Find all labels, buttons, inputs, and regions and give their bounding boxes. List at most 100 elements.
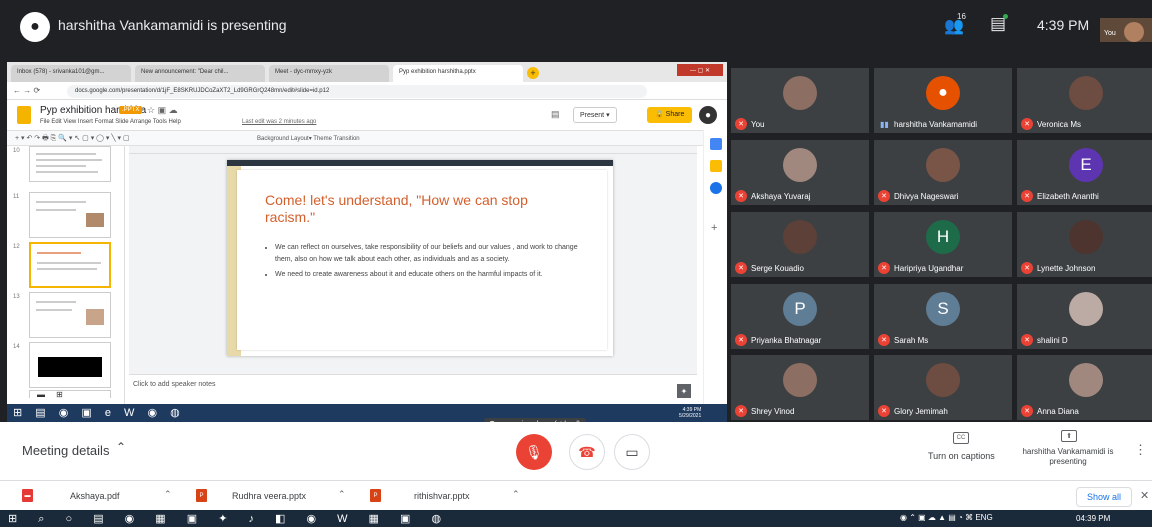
share-button[interactable]: 🔒 Share bbox=[647, 107, 693, 123]
toolbar-labels[interactable]: Background Layout▾ Theme Transition bbox=[257, 135, 360, 142]
pptx-file-icon: P bbox=[196, 489, 207, 502]
participant-tile[interactable]: ✕ Akshaya Yuvaraj bbox=[731, 140, 869, 205]
chevron-up-icon[interactable]: ⌃ bbox=[164, 489, 172, 500]
system-tray[interactable]: ◉ ⌃ ▣ ☁ ▲ ▤ ◔ ⌘ ENG bbox=[900, 513, 993, 522]
address-bar[interactable]: docs.google.com/presentation/d/1jF_E8SKR… bbox=[67, 85, 647, 98]
filmstrip-view-icons[interactable]: ▬ ⊞ bbox=[37, 390, 63, 399]
current-slide[interactable]: Come! let's understand, "How we can stop… bbox=[227, 160, 613, 356]
slides-header: Pyp exhibition harshitha .PPTX ☆ ▣ ☁ Fil… bbox=[7, 100, 727, 130]
participant-photo bbox=[1069, 292, 1103, 326]
microphone-off-button[interactable]: 🎙 bbox=[516, 434, 552, 470]
slide-thumbnail[interactable] bbox=[29, 342, 111, 388]
captions-icon[interactable]: CC bbox=[953, 432, 969, 444]
present-button[interactable]: Present ▾ bbox=[573, 107, 617, 123]
download-item[interactable]: rithishvar.pptx bbox=[414, 491, 470, 501]
docs-menu[interactable]: File Edit View Insert Format Slide Arran… bbox=[40, 119, 181, 125]
participant-photo bbox=[926, 363, 960, 397]
chat-notification-dot bbox=[1003, 14, 1008, 19]
mic-muted-icon: ✕ bbox=[735, 405, 747, 417]
slide-bullet-list: We can reflect on ourselves, take respon… bbox=[275, 242, 585, 284]
participant-tile[interactable]: ● ▮▮ harshitha Vankamamidi bbox=[874, 68, 1012, 133]
taskbar-app-icons[interactable]: ⊞ ▤ ◉ ▣ e W ◉ ◍ bbox=[13, 406, 185, 419]
mic-muted-icon: ✕ bbox=[735, 190, 747, 202]
tasks-icon[interactable] bbox=[710, 182, 722, 194]
chevron-up-icon[interactable]: ⌃ bbox=[116, 440, 126, 454]
mic-muted-icon: ✕ bbox=[1021, 262, 1033, 274]
pdf-file-icon: ▬ bbox=[22, 489, 33, 502]
presenting-title: harshitha Vankamamidi is presenting bbox=[58, 17, 287, 33]
participant-tile[interactable]: ✕ Anna Diana bbox=[1017, 355, 1152, 420]
participant-tile[interactable]: H ✕ Haripriya Ugandhar bbox=[874, 212, 1012, 277]
browser-nav-icons[interactable]: ← → ⟳ bbox=[13, 86, 40, 95]
slide-number: 11 bbox=[13, 194, 20, 200]
chevron-up-icon[interactable]: ⌃ bbox=[338, 489, 346, 500]
participant-tile[interactable]: ✕ Dhivya Nageswari bbox=[874, 140, 1012, 205]
participant-name: Serge Kouadio bbox=[751, 264, 804, 273]
meet-bottom-bar: Meeting details ⌃ 🎙 ☎ ▭ CC Turn on capti… bbox=[0, 422, 1152, 480]
participant-tile[interactable]: ✕ Shrey Vinod bbox=[731, 355, 869, 420]
present-now-icon[interactable]: ⬆ bbox=[1061, 430, 1077, 442]
browser-tab[interactable]: Meet - dyc-mmxy-yzk bbox=[269, 65, 389, 82]
participant-tile[interactable]: S ✕ Sarah Ms bbox=[874, 284, 1012, 349]
slide-thumbnail[interactable] bbox=[29, 292, 111, 338]
slide-thumbnail-selected[interactable] bbox=[29, 242, 111, 288]
calendar-icon[interactable] bbox=[710, 138, 722, 150]
meeting-details-button[interactable]: Meeting details bbox=[22, 443, 109, 458]
chevron-up-icon[interactable]: ⌃ bbox=[512, 489, 520, 500]
browser-tab[interactable]: New announcement: "Dear chil... bbox=[135, 65, 265, 82]
camera-button[interactable]: ▭ bbox=[614, 434, 650, 470]
download-item[interactable]: Rudhra veera.pptx bbox=[232, 491, 306, 501]
slide-heading: Come! let's understand, "How we can stop… bbox=[265, 192, 528, 225]
mic-muted-icon: ✕ bbox=[878, 262, 890, 274]
participant-tile[interactable]: ✕ Glory Jemimah bbox=[874, 355, 1012, 420]
slide-thumbnail[interactable] bbox=[29, 146, 111, 182]
more-options-icon[interactable]: ⋮ bbox=[1134, 442, 1147, 458]
add-addon-icon[interactable]: + bbox=[711, 222, 717, 234]
participant-name: Lynette Johnson bbox=[1037, 264, 1096, 273]
participant-name: shalini D bbox=[1037, 336, 1068, 345]
explore-icon[interactable]: ✦ bbox=[677, 384, 691, 398]
participant-tile[interactable]: P ✕ Priyanka Bhatnagar bbox=[731, 284, 869, 349]
pptx-file-icon: P bbox=[370, 489, 381, 502]
participant-tile[interactable]: ✕ You bbox=[731, 68, 869, 133]
leave-call-button[interactable]: ☎ bbox=[569, 434, 605, 470]
downloads-bar: ▬ Akshaya.pdf ⌃ P Rudhra veera.pptx ⌃ P … bbox=[0, 480, 1152, 510]
account-avatar[interactable]: ● bbox=[699, 106, 717, 124]
mic-muted-icon: ✕ bbox=[735, 334, 747, 346]
new-tab-icon[interactable]: + bbox=[527, 67, 539, 79]
shared-screen: Inbox (578) - srivanka101@gm... New anno… bbox=[7, 62, 727, 422]
last-edit-link[interactable]: Last edit was 2 minutes ago bbox=[242, 119, 316, 125]
taskbar-icons[interactable]: ⊞ ⌕ ○ ▤ ◉ ▦ ▣ ✦ ♪ ◧ ◉ W ▦ ▣ ◍ bbox=[8, 512, 450, 526]
participant-tile[interactable]: E ✕ Elizabeth Ananthi bbox=[1017, 140, 1152, 205]
slide-canvas: Come! let's understand, "How we can stop… bbox=[129, 154, 697, 374]
participant-tile[interactable]: ✕ Lynette Johnson bbox=[1017, 212, 1152, 277]
slide-number: 13 bbox=[13, 294, 20, 300]
download-item[interactable]: Akshaya.pdf bbox=[70, 491, 120, 501]
mic-muted-icon: ✕ bbox=[1021, 190, 1033, 202]
participant-tile[interactable]: ✕ Veronica Ms bbox=[1017, 68, 1152, 133]
browser-tab[interactable]: Inbox (578) - srivanka101@gm... bbox=[11, 65, 131, 82]
captions-label[interactable]: Turn on captions bbox=[928, 451, 995, 461]
window-controls[interactable]: — ▢ ✕ bbox=[677, 64, 723, 76]
toolbar-icons[interactable]: + ▾ ↶ ↷ 🖶 ⎘ 🔍 ▾ ↖ ▢ ▾ ◯ ▾ ╲ ▾ ▢ bbox=[15, 134, 130, 145]
present-label: Present bbox=[580, 112, 605, 119]
star-folder-icons[interactable]: ☆ ▣ ☁ bbox=[147, 105, 178, 116]
show-all-button[interactable]: Show all bbox=[1076, 487, 1133, 507]
participant-name: Sarah Ms bbox=[894, 336, 929, 345]
address-bar-row: ← → ⟳ docs.google.com/presentation/d/1jF… bbox=[7, 82, 727, 100]
slide-bullet: We need to create awareness about it and… bbox=[275, 269, 585, 281]
shared-screen-clock: 4:39 PM 5/29/2021 bbox=[679, 407, 701, 419]
comment-icon[interactable]: ▤ bbox=[551, 109, 560, 120]
keep-icon[interactable] bbox=[710, 160, 722, 172]
close-icon[interactable]: ✕ bbox=[1140, 489, 1149, 502]
speaker-notes[interactable]: Click to add speaker notes bbox=[129, 374, 697, 408]
presenting-label[interactable]: harshitha Vankamamidi is presenting bbox=[1017, 447, 1119, 467]
participant-tile[interactable]: ✕ shalini D bbox=[1017, 284, 1152, 349]
mic-off-icon: 🎙 bbox=[525, 443, 543, 460]
browser-tab-active[interactable]: Pyp exhibition harshitha.pptx bbox=[393, 65, 523, 82]
slides-toolbar: + ▾ ↶ ↷ 🖶 ⎘ 🔍 ▾ ↖ ▢ ▾ ◯ ▾ ╲ ▾ ▢ Backgrou… bbox=[7, 130, 727, 146]
slides-logo-icon[interactable] bbox=[17, 106, 31, 124]
share-label: Share bbox=[665, 111, 685, 118]
slide-thumbnail[interactable] bbox=[29, 192, 111, 238]
participant-tile[interactable]: ✕ Serge Kouadio bbox=[731, 212, 869, 277]
